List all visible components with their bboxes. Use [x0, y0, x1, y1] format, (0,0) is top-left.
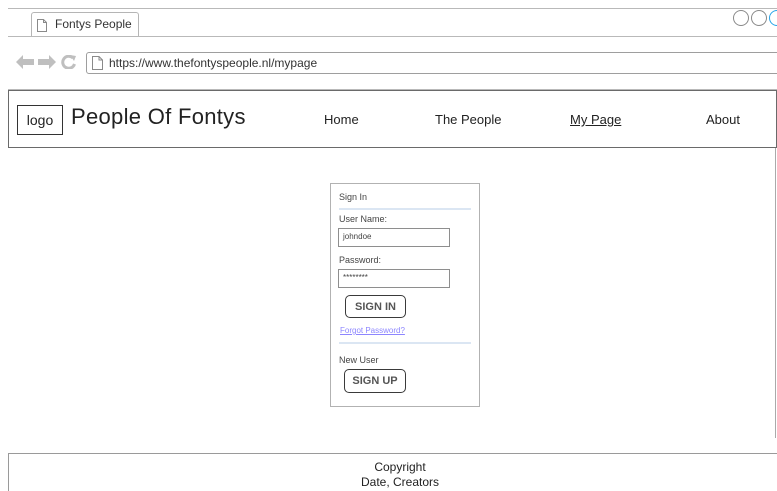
url-text: https://www.thefontyspeople.nl/mypage — [109, 56, 318, 70]
reload-icon[interactable] — [61, 55, 77, 69]
page-icon — [92, 56, 103, 70]
signin-heading: Sign In — [339, 192, 368, 202]
maximize-button[interactable] — [751, 10, 767, 26]
forgot-password-link[interactable]: Forgot Password? — [340, 326, 405, 335]
nav-my-page[interactable]: My Page — [570, 112, 621, 127]
footer-border — [8, 453, 777, 454]
tab-title: Fontys People — [55, 17, 132, 31]
password-label: Password: — [339, 255, 382, 265]
site-title: People Of Fontys — [71, 104, 246, 129]
site-header: logo People Of Fontys Home The People My… — [8, 90, 777, 148]
address-bar[interactable]: https://www.thefontyspeople.nl/mypage — [86, 52, 777, 74]
back-arrow-icon[interactable] — [16, 55, 34, 69]
forward-arrow-icon[interactable] — [38, 55, 56, 69]
footer-creators: Date, Creators — [360, 475, 440, 489]
nav-about[interactable]: About — [706, 112, 740, 127]
browser-tab[interactable]: Fontys People — [31, 12, 139, 36]
signup-divider — [339, 342, 471, 344]
page-icon — [37, 19, 47, 32]
username-label: User Name: — [339, 214, 388, 224]
nav-the-people[interactable]: The People — [435, 112, 502, 127]
tab-strip-border — [8, 36, 777, 37]
content-border — [775, 148, 776, 438]
signup-button[interactable]: SIGN UP — [344, 369, 406, 393]
close-button[interactable] — [769, 10, 777, 26]
username-input[interactable]: johndoe — [338, 228, 450, 247]
window-top-border — [8, 8, 777, 9]
signin-panel: Sign In User Name: johndoe Password: ***… — [330, 183, 480, 407]
nav-home[interactable]: Home — [324, 112, 359, 127]
password-input[interactable]: ******** — [338, 269, 450, 288]
signin-button[interactable]: SIGN IN — [345, 295, 406, 318]
signin-divider — [339, 208, 471, 210]
footer-copyright: Copyright — [374, 460, 426, 474]
footer-left-border — [8, 453, 9, 491]
minimize-button[interactable] — [733, 10, 749, 26]
new-user-label: New User — [339, 355, 379, 365]
logo[interactable]: logo — [17, 105, 63, 135]
